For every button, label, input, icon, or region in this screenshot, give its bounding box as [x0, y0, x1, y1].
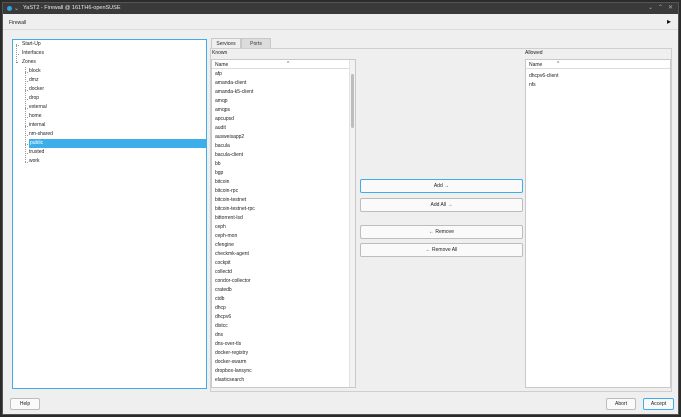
list-item[interactable]: bittorrent-lsd: [215, 214, 243, 223]
tree-item-zone-nm-shared[interactable]: nm-shared: [29, 130, 53, 139]
tree-item-zone-internal[interactable]: internal: [29, 121, 45, 130]
list-item[interactable]: amanda-k5-client: [215, 88, 253, 97]
yast-app-icon[interactable]: [7, 6, 12, 11]
sort-asc-icon[interactable]: ^: [287, 61, 289, 67]
tree-item-zone-external[interactable]: external: [29, 103, 47, 112]
list-item[interactable]: bgp: [215, 169, 223, 178]
minimize-icon[interactable]: ⌄: [647, 5, 654, 12]
known-services-list[interactable]: Name ^ afp amanda-client amanda-k5-client a…: [211, 59, 356, 388]
column-header-name[interactable]: Name: [529, 62, 542, 68]
tree-guide-tick: [25, 162, 28, 163]
list-item[interactable]: nfs: [529, 81, 536, 90]
list-item[interactable]: bacula: [215, 142, 230, 151]
tab-services[interactable]: Services: [211, 38, 241, 48]
tree-item-zone-home[interactable]: home: [29, 112, 42, 121]
list-item[interactable]: amqps: [215, 106, 230, 115]
list-item[interactable]: cfengine: [215, 241, 234, 250]
tree-item-startup[interactable]: Start-Up: [22, 40, 41, 49]
tree-guide-tick: [25, 90, 28, 91]
tree-guide-tick: [25, 153, 28, 154]
tree-guide-tick: [16, 45, 19, 46]
scrollbar-thumb[interactable]: [351, 74, 354, 128]
close-icon[interactable]: ✕: [667, 5, 674, 12]
header-bar: Firewall ▸: [3, 14, 678, 30]
accept-button[interactable]: Accept: [643, 398, 674, 410]
allowed-list-header[interactable]: Name ^: [526, 60, 670, 69]
list-item[interactable]: apcupsd: [215, 115, 234, 124]
list-item[interactable]: dhcp: [215, 304, 226, 313]
abort-button[interactable]: Abort: [606, 398, 636, 410]
tree-guide-tick: [25, 81, 28, 82]
tree-item-zone-trusted[interactable]: trusted: [29, 148, 44, 157]
tree-guide-tick: [25, 126, 28, 127]
list-item[interactable]: distcc: [215, 322, 228, 331]
list-item[interactable]: cockpit: [215, 259, 231, 268]
tab-ports[interactable]: Ports: [241, 38, 271, 48]
navigation-tree[interactable]: Start-Up Interfaces ⌄ Zones block dmz dock…: [12, 39, 207, 389]
list-item[interactable]: dropbox-lansync: [215, 367, 252, 376]
tree-guide-tick: [25, 135, 28, 136]
allowed-services-list[interactable]: Name ^ dhcpv6-client nfs: [525, 59, 671, 388]
remove-button[interactable]: ← Remove: [360, 225, 523, 239]
list-item[interactable]: bitcoin: [215, 178, 229, 187]
tree-guide-tick: [16, 54, 19, 55]
list-item[interactable]: bb: [215, 160, 221, 169]
tree-item-zone-dmz[interactable]: dmz: [29, 76, 38, 85]
list-item[interactable]: dns-over-tls: [215, 340, 241, 349]
window-menu-icon[interactable]: ⌄: [14, 5, 19, 12]
list-item[interactable]: bitcoin-rpc: [215, 187, 238, 196]
tree-guide-tick: [25, 117, 28, 118]
allowed-label: Allowed: [525, 50, 543, 56]
chevron-down-icon[interactable]: ⌄: [15, 59, 19, 65]
column-header-name[interactable]: Name: [215, 62, 228, 68]
tree-item-zone-block[interactable]: block: [29, 67, 41, 76]
list-item[interactable]: bitcoin-testnet-rpc: [215, 205, 255, 214]
window-titlebar[interactable]: ⌄ YaST2 - Firewall @ 161TH6-openSUSE ⌄ ⌃…: [3, 3, 678, 14]
list-item[interactable]: amqp: [215, 97, 228, 106]
firewall-window: ⌄ YaST2 - Firewall @ 161TH6-openSUSE ⌄ ⌃…: [2, 2, 679, 415]
sort-asc-icon[interactable]: ^: [557, 61, 559, 67]
add-all-button[interactable]: Add All →: [360, 198, 523, 212]
tree-item-interfaces[interactable]: Interfaces: [22, 49, 44, 58]
list-item[interactable]: ausweisapp2: [215, 133, 244, 142]
list-item[interactable]: checkmk-agent: [215, 250, 249, 259]
known-list-scrollbar[interactable]: [349, 60, 355, 387]
tree-item-zones[interactable]: Zones: [22, 58, 36, 67]
tree-item-zone-drop[interactable]: drop: [29, 94, 39, 103]
list-item[interactable]: audit: [215, 124, 226, 133]
list-item[interactable]: collectd: [215, 268, 232, 277]
list-item[interactable]: docker-registry: [215, 349, 248, 358]
list-item[interactable]: amanda-client: [215, 79, 246, 88]
list-item[interactable]: dns: [215, 331, 223, 340]
list-item[interactable]: bitcoin-testnet: [215, 196, 246, 205]
maximize-icon[interactable]: ⌃: [657, 5, 664, 12]
tree-item-zone-docker[interactable]: docker: [29, 85, 44, 94]
list-item[interactable]: ctdb: [215, 295, 224, 304]
known-label: Known: [212, 50, 228, 56]
list-item[interactable]: condor-collector: [215, 277, 251, 286]
list-item[interactable]: ceph-mon: [215, 232, 237, 241]
list-item[interactable]: elasticsearch: [215, 376, 244, 385]
tree-guide-tick: [25, 108, 28, 109]
list-item[interactable]: ceph: [215, 223, 226, 232]
list-item[interactable]: dhcpv6: [215, 313, 231, 322]
list-item[interactable]: dhcpv6-client: [529, 72, 558, 81]
window-title: YaST2 - Firewall @ 161TH6-openSUSE: [23, 5, 121, 11]
list-item[interactable]: afp: [215, 70, 222, 79]
list-item[interactable]: docker-swarm: [215, 358, 246, 367]
help-button[interactable]: Help: [10, 398, 40, 410]
tree-guide-tick: [25, 99, 28, 100]
tree-guide-tick: [25, 144, 28, 145]
list-item[interactable]: bacula-client: [215, 151, 243, 160]
remove-all-button[interactable]: ← Remove All: [360, 243, 523, 257]
tree-guide-tick: [25, 72, 28, 73]
page-title: Firewall: [9, 20, 27, 26]
tree-item-zone-work[interactable]: work: [29, 157, 40, 166]
known-list-header[interactable]: Name ^: [212, 60, 355, 69]
sidebar-toggle-icon[interactable]: ▸: [667, 18, 671, 26]
tree-item-zone-public[interactable]: public: [29, 139, 206, 148]
add-button[interactable]: Add →: [360, 179, 523, 193]
list-item[interactable]: cratedb: [215, 286, 232, 295]
